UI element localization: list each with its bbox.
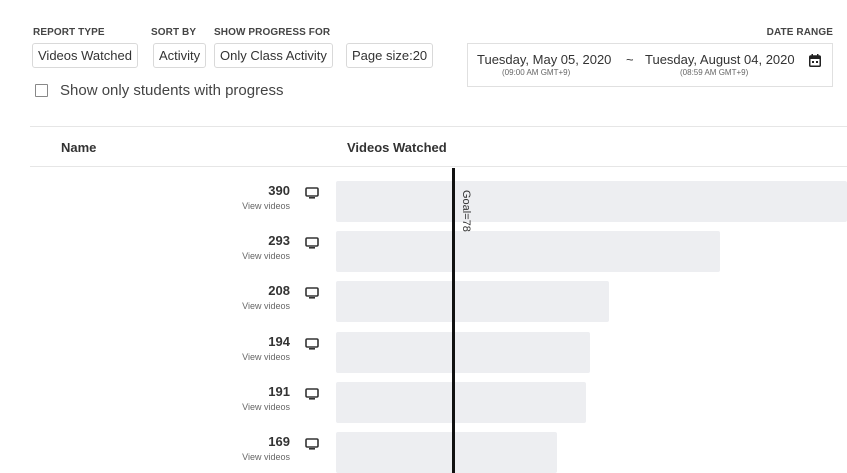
row-value: 194	[268, 334, 290, 349]
progress-bar	[336, 231, 720, 272]
date-range-end: Tuesday, August 04, 2020	[645, 52, 795, 67]
view-videos-link[interactable]: View videos	[242, 452, 290, 462]
progress-bar	[336, 432, 557, 473]
row-value: 293	[268, 233, 290, 248]
calendar-icon[interactable]	[809, 54, 821, 67]
monitor-icon[interactable]	[305, 338, 319, 350]
row-value: 169	[268, 434, 290, 449]
date-range-separator: ~	[626, 52, 634, 67]
show-progress-for-label: SHOW PROGRESS FOR	[214, 27, 331, 38]
report-type-dropdown[interactable]: Videos Watched	[32, 43, 138, 68]
sort-by-dropdown[interactable]: Activity	[153, 43, 207, 68]
header-divider-top	[30, 126, 847, 127]
goal-label: Goal=78	[460, 190, 472, 232]
monitor-icon[interactable]	[305, 388, 319, 400]
progress-bar	[336, 332, 590, 373]
row-value: 390	[268, 183, 290, 198]
date-range-picker[interactable]: Tuesday, May 05, 2020 (09:00 AM GMT+9) ~…	[467, 43, 833, 87]
monitor-icon[interactable]	[305, 187, 319, 199]
header-divider-bottom	[30, 166, 847, 167]
page-size-dropdown[interactable]: Page size:20	[346, 43, 434, 68]
date-range-end-time: (08:59 AM GMT+9)	[680, 68, 749, 77]
monitor-icon[interactable]	[305, 287, 319, 299]
row-value: 191	[268, 384, 290, 399]
progress-filter-checkbox[interactable]	[35, 84, 48, 97]
date-range-start: Tuesday, May 05, 2020	[477, 52, 612, 67]
progress-bar	[336, 382, 586, 423]
date-range-label: DATE RANGE	[766, 27, 833, 38]
view-videos-link[interactable]: View videos	[242, 301, 290, 311]
monitor-icon[interactable]	[305, 237, 319, 249]
progress-bar	[336, 181, 847, 222]
videos-watched-column-header[interactable]: Videos Watched	[347, 140, 447, 155]
view-videos-link[interactable]: View videos	[242, 201, 290, 211]
name-column-header[interactable]: Name	[61, 140, 96, 155]
row-value: 208	[268, 283, 290, 298]
view-videos-link[interactable]: View videos	[242, 251, 290, 261]
progress-bar	[336, 281, 609, 322]
show-progress-for-dropdown[interactable]: Only Class Activity	[214, 43, 333, 68]
goal-line	[452, 168, 455, 473]
monitor-icon[interactable]	[305, 438, 319, 450]
report-type-label: REPORT TYPE	[33, 27, 105, 38]
sort-by-label: SORT BY	[151, 27, 197, 38]
date-range-start-time: (09:00 AM GMT+9)	[502, 68, 571, 77]
view-videos-link[interactable]: View videos	[242, 402, 290, 412]
progress-filter-label[interactable]: Show only students with progress	[60, 82, 283, 99]
view-videos-link[interactable]: View videos	[242, 352, 290, 362]
